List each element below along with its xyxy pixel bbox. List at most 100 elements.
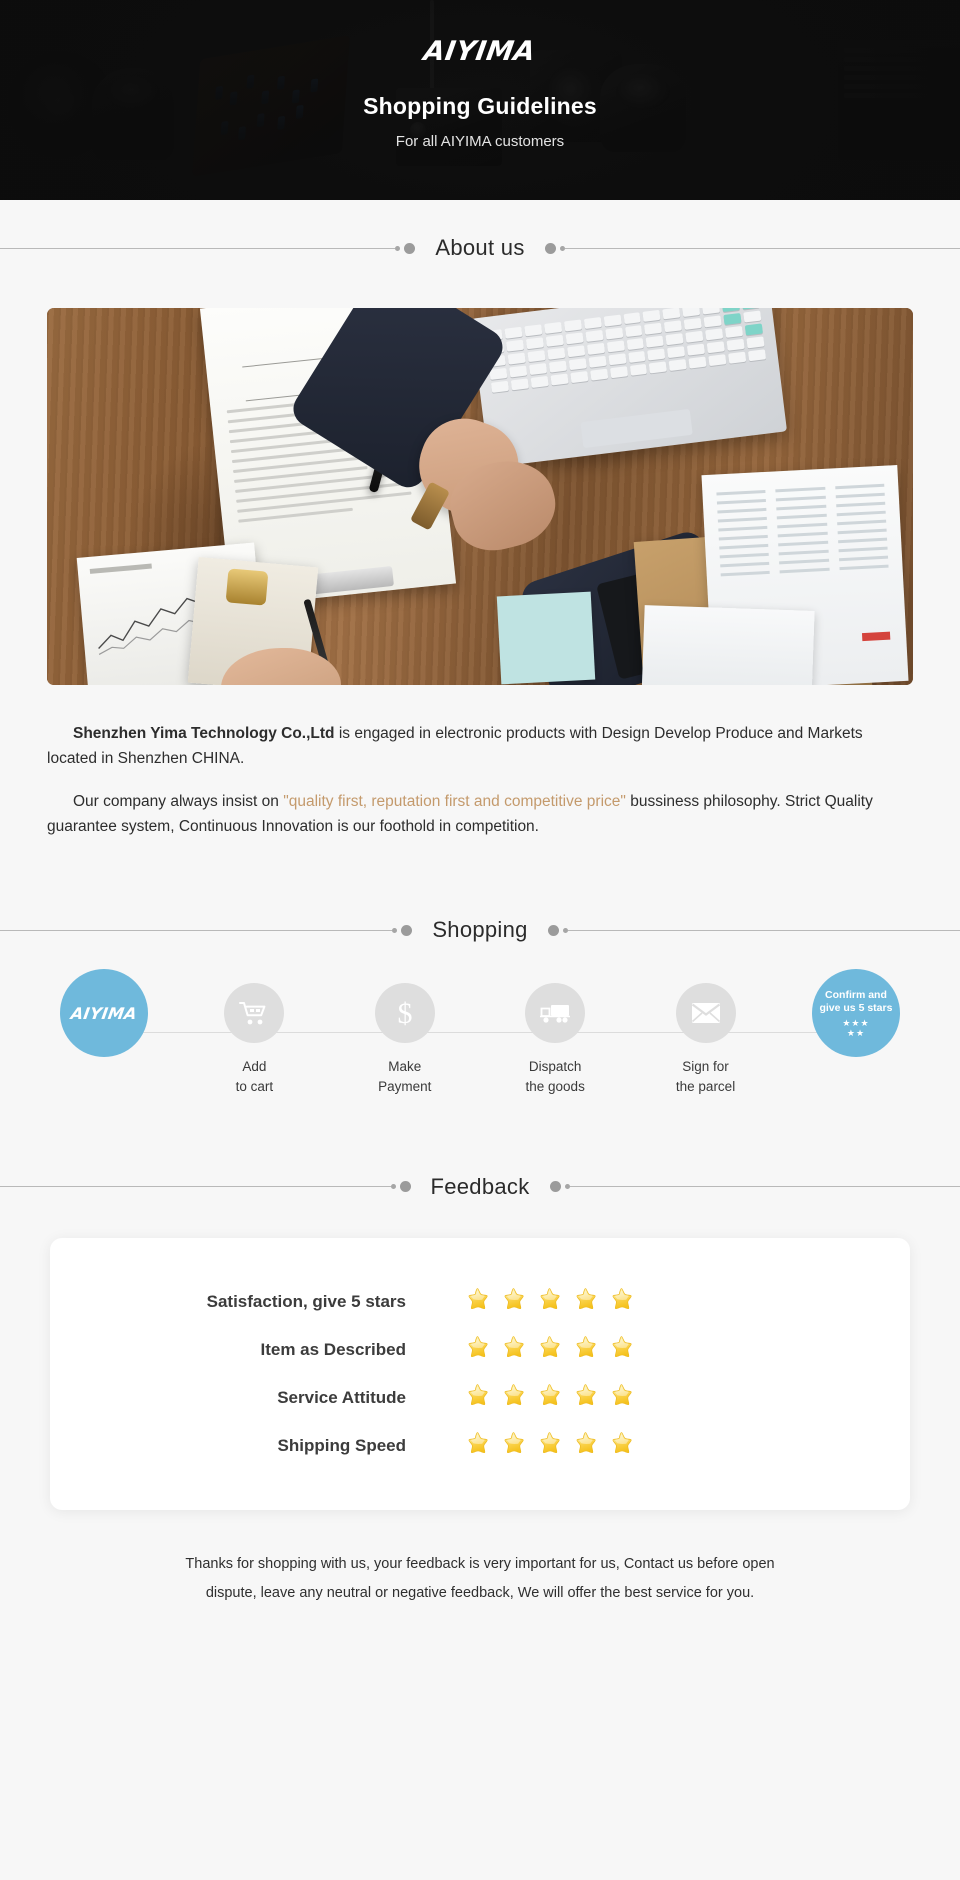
rating-stars[interactable]: [462, 1335, 637, 1365]
keyboard-keys: [484, 308, 771, 427]
delivery-truck-icon: [539, 1001, 571, 1025]
confirm-circle: Confirm and give us 5 stars ★★★ ★★: [811, 969, 900, 1058]
about-p2-before: Our company always insist on: [73, 793, 284, 811]
feedback-card: Satisfaction, give 5 stars Item as Descr…: [50, 1237, 910, 1510]
aiyima-brand-circle: AIYIMA: [60, 969, 148, 1058]
about-quote: "quality first, reputation first and com…: [283, 793, 626, 811]
star-icon: [504, 1335, 524, 1357]
shopping-section-heading: Shopping: [0, 917, 960, 943]
shopping-section: Shopping AIYIMA Add to cart $ Make Payme…: [0, 917, 960, 1095]
dispatch-step-circle: [525, 983, 586, 1044]
shopping-steps: AIYIMA Add to cart $ Make Payment Dispat…: [47, 969, 913, 1095]
five-stars-icon: ★★★ ★★: [842, 1017, 870, 1038]
shopping-title: Shopping: [432, 917, 528, 943]
heading-dot-small-left: [395, 245, 401, 251]
cart-step-circle: [224, 983, 285, 1044]
star-icon: [540, 1287, 560, 1309]
star-icon: [504, 1287, 524, 1309]
parcel-step-circle: [675, 983, 736, 1044]
heading-dot-large-left: [399, 1181, 411, 1193]
star-icon: [576, 1335, 596, 1357]
shopping-cart-icon: [239, 1000, 269, 1026]
dollar-sign-icon: $: [394, 997, 416, 1029]
feedback-row: Service Attitude: [50, 1374, 910, 1422]
hero-title: Shopping Guidelines: [363, 93, 597, 119]
shopping-step-sign-parcel[interactable]: Sign for the parcel: [651, 983, 761, 1095]
footer-note: Thanks for shopping with us, your feedba…: [100, 1550, 860, 1643]
heading-dot-large-right: [544, 242, 556, 254]
feedback-row: Shipping Speed: [50, 1422, 910, 1470]
envelope-icon: [691, 1002, 721, 1024]
heading-dot-large-right: [549, 1181, 561, 1193]
step-label: Make Payment: [378, 1059, 432, 1094]
footer-line-2: dispute, leave any neutral or negative f…: [205, 1585, 755, 1602]
feedback-label: Service Attitude: [277, 1387, 406, 1407]
company-name: Shenzhen Yima Technology Co.,Ltd: [73, 725, 335, 742]
feedback-label: Item as Described: [260, 1339, 406, 1359]
star-icon: [468, 1335, 488, 1357]
star-icon: [468, 1383, 488, 1405]
star-icon: [540, 1335, 560, 1357]
heading-rule-right: [564, 247, 960, 249]
feedback-label: Satisfaction, give 5 stars: [206, 1291, 406, 1311]
star-icon: [612, 1335, 632, 1357]
feedback-section: Feedback Satisfaction, give 5 stars Item…: [0, 1174, 960, 1643]
star-icon: [612, 1431, 632, 1453]
feedback-label: Shipping Speed: [277, 1435, 406, 1455]
confirm-stars-top: ★★★: [842, 1017, 870, 1028]
heading-dot-large-right: [547, 924, 559, 936]
shopping-step-add-to-cart[interactable]: Add to cart: [199, 983, 309, 1095]
about-title: About us: [435, 235, 525, 260]
hero-content: AIYIMA Shopping Guidelines For all AIYIM…: [0, 0, 960, 200]
svg-text:$: $: [397, 997, 412, 1029]
red-marker: [861, 631, 891, 642]
confirm-stars-bottom: ★★: [846, 1027, 866, 1038]
star-icon: [612, 1287, 632, 1309]
step-label: Dispatch the goods: [525, 1059, 585, 1094]
aiyima-logo: AIYIMA: [421, 36, 539, 67]
rating-stars[interactable]: [462, 1287, 637, 1317]
star-icon: [468, 1431, 488, 1453]
heading-dot-small-left: [392, 927, 398, 933]
sticky-note: [496, 591, 596, 685]
heading-rule-right: [569, 1186, 960, 1188]
star-icon: [612, 1383, 632, 1405]
star-icon: [504, 1431, 524, 1453]
about-section-heading: About us: [0, 235, 960, 261]
star-icon: [468, 1287, 488, 1309]
heading-rule-left: [0, 247, 396, 249]
star-icon: [540, 1431, 560, 1453]
feedback-title: Feedback: [430, 1173, 530, 1199]
aiyima-logo-icon: AIYIMA: [69, 1003, 139, 1023]
rating-stars[interactable]: [462, 1383, 637, 1413]
about-paragraph-2: Our company always insist on "quality fi…: [47, 789, 913, 839]
star-icon: [540, 1383, 560, 1405]
heading-dot-small-left: [390, 1184, 396, 1190]
about-paragraph-1: Shenzhen Yima Technology Co.,Ltd is enga…: [47, 721, 913, 771]
rating-stars[interactable]: [462, 1431, 637, 1461]
laptop-trackpad: [580, 408, 693, 449]
step-label: Sign for the parcel: [675, 1059, 736, 1094]
about-body-text: Shenzhen Yima Technology Co.,Ltd is enga…: [47, 721, 913, 839]
shopping-step-confirm[interactable]: Confirm and give us 5 stars ★★★ ★★: [801, 969, 911, 1071]
gold-binder-clip: [225, 568, 269, 606]
footer-line-1: Thanks for shopping with us, your feedba…: [185, 1555, 775, 1572]
about-hero-image: [47, 308, 913, 685]
star-icon: [504, 1383, 524, 1405]
shopping-step-dispatch[interactable]: Dispatch the goods: [500, 983, 610, 1095]
shopping-step-make-payment[interactable]: $ Make Payment: [350, 983, 460, 1095]
receipt-document: [641, 605, 815, 685]
confirm-line-2: give us 5 stars: [819, 1002, 893, 1015]
heading-rule-right: [567, 929, 960, 931]
payment-step-circle: $: [374, 983, 435, 1044]
heading-dot-large-left: [404, 242, 416, 254]
heading-rule-left: [0, 929, 393, 931]
heading-rule-left: [0, 1186, 391, 1188]
step-label: Add to cart: [235, 1059, 274, 1094]
about-section: About us Shenzhen Yima Technology Co.,Lt…: [0, 235, 960, 839]
feedback-row: Item as Described: [50, 1326, 910, 1374]
confirm-line-1: Confirm and: [825, 989, 887, 1002]
hero-subtitle: For all AIYIMA customers: [395, 133, 565, 150]
hero-banner: AIYIMA Shopping Guidelines For all AIYIM…: [0, 0, 960, 200]
feedback-row: Satisfaction, give 5 stars: [50, 1278, 910, 1326]
